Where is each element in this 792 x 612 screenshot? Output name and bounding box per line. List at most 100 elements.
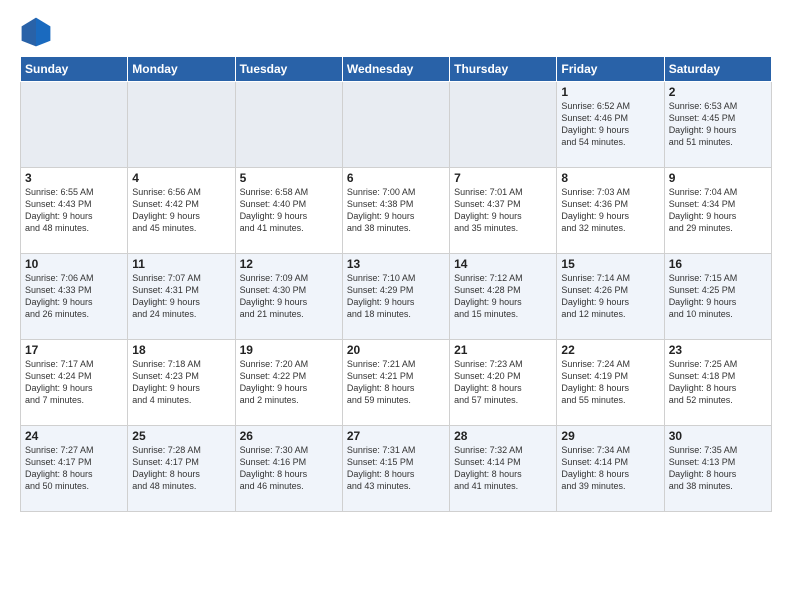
calendar-cell: 9Sunrise: 7:04 AM Sunset: 4:34 PM Daylig… [664, 168, 771, 254]
day-info: Sunrise: 7:34 AM Sunset: 4:14 PM Dayligh… [561, 444, 659, 493]
day-number: 23 [669, 343, 767, 357]
day-info: Sunrise: 7:14 AM Sunset: 4:26 PM Dayligh… [561, 272, 659, 321]
calendar-cell: 17Sunrise: 7:17 AM Sunset: 4:24 PM Dayli… [21, 340, 128, 426]
day-info: Sunrise: 7:18 AM Sunset: 4:23 PM Dayligh… [132, 358, 230, 407]
calendar-cell: 27Sunrise: 7:31 AM Sunset: 4:15 PM Dayli… [342, 426, 449, 512]
day-info: Sunrise: 7:03 AM Sunset: 4:36 PM Dayligh… [561, 186, 659, 235]
calendar-week-row: 3Sunrise: 6:55 AM Sunset: 4:43 PM Daylig… [21, 168, 772, 254]
calendar-cell: 18Sunrise: 7:18 AM Sunset: 4:23 PM Dayli… [128, 340, 235, 426]
calendar-week-row: 10Sunrise: 7:06 AM Sunset: 4:33 PM Dayli… [21, 254, 772, 340]
header [20, 16, 772, 48]
day-number: 25 [132, 429, 230, 443]
weekday-header: Wednesday [342, 57, 449, 82]
day-info: Sunrise: 7:25 AM Sunset: 4:18 PM Dayligh… [669, 358, 767, 407]
day-number: 4 [132, 171, 230, 185]
calendar-cell: 28Sunrise: 7:32 AM Sunset: 4:14 PM Dayli… [450, 426, 557, 512]
calendar-cell: 2Sunrise: 6:53 AM Sunset: 4:45 PM Daylig… [664, 82, 771, 168]
day-number: 17 [25, 343, 123, 357]
weekday-header: Saturday [664, 57, 771, 82]
calendar-cell [21, 82, 128, 168]
calendar-cell: 16Sunrise: 7:15 AM Sunset: 4:25 PM Dayli… [664, 254, 771, 340]
day-number: 20 [347, 343, 445, 357]
calendar-cell: 26Sunrise: 7:30 AM Sunset: 4:16 PM Dayli… [235, 426, 342, 512]
calendar-cell: 5Sunrise: 6:58 AM Sunset: 4:40 PM Daylig… [235, 168, 342, 254]
day-number: 19 [240, 343, 338, 357]
day-info: Sunrise: 6:58 AM Sunset: 4:40 PM Dayligh… [240, 186, 338, 235]
day-number: 12 [240, 257, 338, 271]
calendar-cell: 25Sunrise: 7:28 AM Sunset: 4:17 PM Dayli… [128, 426, 235, 512]
day-info: Sunrise: 7:30 AM Sunset: 4:16 PM Dayligh… [240, 444, 338, 493]
day-number: 6 [347, 171, 445, 185]
logo-icon [20, 16, 52, 48]
calendar-cell: 8Sunrise: 7:03 AM Sunset: 4:36 PM Daylig… [557, 168, 664, 254]
calendar-cell: 1Sunrise: 6:52 AM Sunset: 4:46 PM Daylig… [557, 82, 664, 168]
day-number: 24 [25, 429, 123, 443]
calendar-cell: 19Sunrise: 7:20 AM Sunset: 4:22 PM Dayli… [235, 340, 342, 426]
day-info: Sunrise: 7:32 AM Sunset: 4:14 PM Dayligh… [454, 444, 552, 493]
calendar-cell: 11Sunrise: 7:07 AM Sunset: 4:31 PM Dayli… [128, 254, 235, 340]
calendar: SundayMondayTuesdayWednesdayThursdayFrid… [20, 56, 772, 512]
day-info: Sunrise: 7:10 AM Sunset: 4:29 PM Dayligh… [347, 272, 445, 321]
day-info: Sunrise: 7:15 AM Sunset: 4:25 PM Dayligh… [669, 272, 767, 321]
calendar-cell: 22Sunrise: 7:24 AM Sunset: 4:19 PM Dayli… [557, 340, 664, 426]
day-info: Sunrise: 6:53 AM Sunset: 4:45 PM Dayligh… [669, 100, 767, 149]
calendar-cell: 24Sunrise: 7:27 AM Sunset: 4:17 PM Dayli… [21, 426, 128, 512]
calendar-cell: 20Sunrise: 7:21 AM Sunset: 4:21 PM Dayli… [342, 340, 449, 426]
day-number: 21 [454, 343, 552, 357]
day-info: Sunrise: 6:52 AM Sunset: 4:46 PM Dayligh… [561, 100, 659, 149]
day-info: Sunrise: 7:35 AM Sunset: 4:13 PM Dayligh… [669, 444, 767, 493]
day-info: Sunrise: 7:09 AM Sunset: 4:30 PM Dayligh… [240, 272, 338, 321]
day-info: Sunrise: 7:28 AM Sunset: 4:17 PM Dayligh… [132, 444, 230, 493]
day-number: 15 [561, 257, 659, 271]
calendar-cell: 30Sunrise: 7:35 AM Sunset: 4:13 PM Dayli… [664, 426, 771, 512]
day-number: 11 [132, 257, 230, 271]
calendar-cell: 6Sunrise: 7:00 AM Sunset: 4:38 PM Daylig… [342, 168, 449, 254]
day-number: 3 [25, 171, 123, 185]
calendar-cell: 7Sunrise: 7:01 AM Sunset: 4:37 PM Daylig… [450, 168, 557, 254]
day-number: 28 [454, 429, 552, 443]
day-number: 13 [347, 257, 445, 271]
calendar-cell: 4Sunrise: 6:56 AM Sunset: 4:42 PM Daylig… [128, 168, 235, 254]
weekday-header: Friday [557, 57, 664, 82]
weekday-header-row: SundayMondayTuesdayWednesdayThursdayFrid… [21, 57, 772, 82]
calendar-cell [128, 82, 235, 168]
calendar-cell: 13Sunrise: 7:10 AM Sunset: 4:29 PM Dayli… [342, 254, 449, 340]
day-info: Sunrise: 7:20 AM Sunset: 4:22 PM Dayligh… [240, 358, 338, 407]
calendar-cell [342, 82, 449, 168]
day-info: Sunrise: 7:12 AM Sunset: 4:28 PM Dayligh… [454, 272, 552, 321]
day-info: Sunrise: 7:00 AM Sunset: 4:38 PM Dayligh… [347, 186, 445, 235]
day-number: 5 [240, 171, 338, 185]
day-number: 10 [25, 257, 123, 271]
weekday-header: Tuesday [235, 57, 342, 82]
day-info: Sunrise: 7:23 AM Sunset: 4:20 PM Dayligh… [454, 358, 552, 407]
day-number: 30 [669, 429, 767, 443]
calendar-cell: 15Sunrise: 7:14 AM Sunset: 4:26 PM Dayli… [557, 254, 664, 340]
day-number: 8 [561, 171, 659, 185]
day-number: 26 [240, 429, 338, 443]
weekday-header: Monday [128, 57, 235, 82]
calendar-cell: 23Sunrise: 7:25 AM Sunset: 4:18 PM Dayli… [664, 340, 771, 426]
logo [20, 16, 56, 48]
day-number: 29 [561, 429, 659, 443]
calendar-week-row: 24Sunrise: 7:27 AM Sunset: 4:17 PM Dayli… [21, 426, 772, 512]
day-number: 9 [669, 171, 767, 185]
day-info: Sunrise: 7:24 AM Sunset: 4:19 PM Dayligh… [561, 358, 659, 407]
day-info: Sunrise: 7:17 AM Sunset: 4:24 PM Dayligh… [25, 358, 123, 407]
day-info: Sunrise: 6:56 AM Sunset: 4:42 PM Dayligh… [132, 186, 230, 235]
calendar-week-row: 1Sunrise: 6:52 AM Sunset: 4:46 PM Daylig… [21, 82, 772, 168]
day-number: 2 [669, 85, 767, 99]
calendar-cell: 10Sunrise: 7:06 AM Sunset: 4:33 PM Dayli… [21, 254, 128, 340]
calendar-week-row: 17Sunrise: 7:17 AM Sunset: 4:24 PM Dayli… [21, 340, 772, 426]
day-info: Sunrise: 6:55 AM Sunset: 4:43 PM Dayligh… [25, 186, 123, 235]
day-number: 22 [561, 343, 659, 357]
calendar-cell: 21Sunrise: 7:23 AM Sunset: 4:20 PM Dayli… [450, 340, 557, 426]
calendar-cell [450, 82, 557, 168]
page: SundayMondayTuesdayWednesdayThursdayFrid… [0, 0, 792, 612]
day-info: Sunrise: 7:01 AM Sunset: 4:37 PM Dayligh… [454, 186, 552, 235]
weekday-header: Sunday [21, 57, 128, 82]
calendar-cell [235, 82, 342, 168]
calendar-cell: 12Sunrise: 7:09 AM Sunset: 4:30 PM Dayli… [235, 254, 342, 340]
day-info: Sunrise: 7:06 AM Sunset: 4:33 PM Dayligh… [25, 272, 123, 321]
day-info: Sunrise: 7:21 AM Sunset: 4:21 PM Dayligh… [347, 358, 445, 407]
calendar-cell: 29Sunrise: 7:34 AM Sunset: 4:14 PM Dayli… [557, 426, 664, 512]
